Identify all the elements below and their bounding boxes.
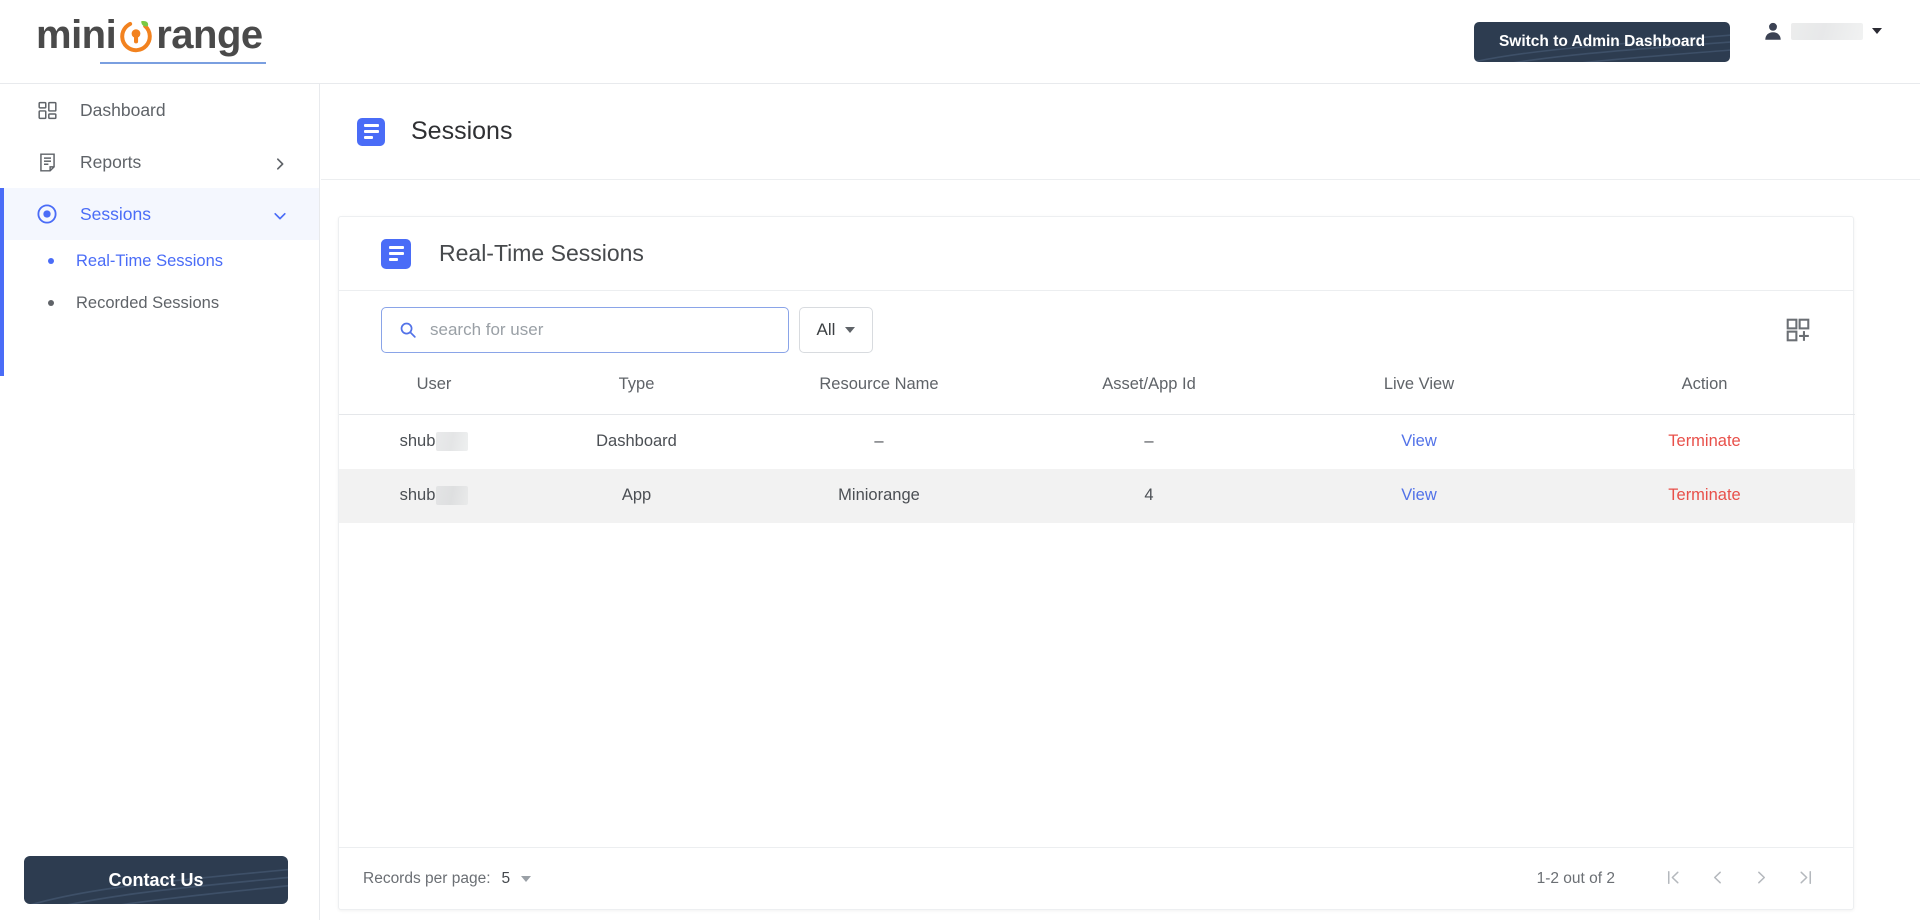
sidebar-item-recorded-sessions[interactable]: Recorded Sessions bbox=[0, 282, 319, 324]
real-time-sessions-card: Real-Time Sessions All bbox=[338, 216, 1855, 910]
filter-dropdown[interactable]: All bbox=[799, 307, 873, 353]
sidebar-item-dashboard-label: Dashboard bbox=[80, 99, 166, 120]
page-header: Sessions bbox=[321, 84, 1920, 180]
first-page-icon bbox=[1664, 868, 1683, 890]
table-row: shub App Miniorange 4 View Terminate bbox=[339, 468, 1855, 523]
bullet-icon bbox=[48, 300, 54, 306]
column-header-user: User bbox=[339, 369, 529, 415]
cell-asset-app-id: 4 bbox=[1144, 486, 1154, 504]
cell-asset-app-id: – bbox=[1144, 432, 1154, 451]
card-header: Real-Time Sessions bbox=[339, 217, 1853, 291]
next-page-button[interactable] bbox=[1739, 857, 1783, 901]
cell-user-text: shub bbox=[399, 432, 436, 451]
sidebar-item-reports[interactable]: Reports bbox=[0, 136, 319, 188]
chevron-down-icon bbox=[845, 327, 856, 333]
grid-add-icon[interactable] bbox=[1785, 317, 1811, 343]
cell-user-text: shub bbox=[399, 486, 436, 504]
column-header-asset-app-id: Asset/App Id bbox=[1014, 369, 1284, 415]
logo-text-range: range bbox=[156, 13, 263, 57]
column-header-resource-name: Resource Name bbox=[744, 369, 1014, 415]
search-icon bbox=[399, 321, 417, 339]
sidebar-item-recorded-sessions-label: Recorded Sessions bbox=[76, 293, 220, 312]
cell-resource-name: – bbox=[874, 432, 884, 451]
sidebar-item-real-time-sessions[interactable]: Real-Time Sessions bbox=[0, 240, 319, 282]
column-header-action: Action bbox=[1554, 369, 1855, 415]
sidebar-item-real-time-sessions-label: Real-Time Sessions bbox=[76, 251, 224, 270]
cell-type: App bbox=[621, 486, 652, 504]
session-target-icon bbox=[36, 203, 58, 225]
column-header-type: Type bbox=[529, 369, 744, 415]
orange-keyhole-icon bbox=[117, 16, 155, 54]
terminate-link[interactable]: Terminate bbox=[1668, 486, 1740, 504]
chevron-down-icon bbox=[273, 207, 287, 221]
chevron-down-icon bbox=[521, 875, 532, 882]
contact-us-label: Contact Us bbox=[108, 869, 204, 890]
logo-text-mini: mini bbox=[36, 13, 117, 57]
card-title: Real-Time Sessions bbox=[439, 240, 644, 266]
cell-action: Terminate bbox=[1554, 469, 1855, 523]
search-box[interactable] bbox=[381, 307, 789, 353]
terminate-link[interactable]: Terminate bbox=[1668, 432, 1740, 450]
previous-page-button[interactable] bbox=[1695, 857, 1739, 901]
previous-page-icon bbox=[1708, 868, 1727, 890]
sessions-table: User Type Resource Name Asset/App Id Liv… bbox=[339, 369, 1855, 523]
records-per-page-value: 5 bbox=[501, 869, 511, 887]
cell-user: shub bbox=[339, 469, 529, 523]
list-document-icon bbox=[381, 238, 411, 269]
table-header-row: User Type Resource Name Asset/App Id Liv… bbox=[339, 369, 1855, 415]
username-redacted bbox=[1791, 22, 1863, 40]
records-per-page-label: Records per page: bbox=[363, 869, 491, 887]
first-page-button[interactable] bbox=[1651, 857, 1695, 901]
sidebar-item-sessions-label: Sessions bbox=[80, 203, 152, 224]
user-value-wrap: shub bbox=[400, 486, 469, 505]
logo-underline bbox=[100, 62, 266, 64]
main-content: Sessions Real-Time Sessions search for u… bbox=[321, 84, 1920, 920]
miniorange-logo[interactable]: mini range bbox=[36, 14, 266, 64]
contact-us-button[interactable]: Contact Us bbox=[24, 856, 288, 904]
logo-wordmark: mini range bbox=[36, 14, 263, 56]
next-page-icon bbox=[1752, 868, 1771, 890]
cell-user: shub bbox=[339, 415, 529, 469]
pagination-controls: 1-2 out of 2 bbox=[1537, 857, 1827, 901]
user-value-wrap: shub bbox=[399, 432, 469, 452]
table-header: User Type Resource Name Asset/App Id Liv… bbox=[339, 369, 1855, 415]
dashboard-grid-icon bbox=[36, 99, 58, 121]
table-toolbar: All bbox=[339, 291, 1853, 369]
top-header-bar: mini range Switch to Admin Dashboard bbox=[0, 0, 1920, 84]
column-header-live-view: Live View bbox=[1284, 369, 1554, 415]
table-row: shub Dashboard – – View Terminate bbox=[339, 415, 1855, 469]
user-redaction-block bbox=[436, 432, 469, 452]
view-link[interactable]: View bbox=[1401, 432, 1436, 450]
last-page-button[interactable] bbox=[1783, 857, 1827, 901]
last-page-icon bbox=[1796, 868, 1815, 890]
cell-type: Dashboard bbox=[596, 432, 677, 451]
report-document-icon bbox=[36, 151, 58, 173]
sidebar-item-sessions[interactable]: Sessions bbox=[0, 188, 319, 240]
search-input[interactable] bbox=[430, 320, 788, 340]
switch-to-admin-dashboard-button[interactable]: Switch to Admin Dashboard bbox=[1474, 22, 1730, 62]
page-title: Sessions bbox=[411, 117, 513, 145]
pagination-range: 1-2 out of 2 bbox=[1536, 869, 1615, 887]
table-footer: Records per page: 5 1-2 out of 2 bbox=[339, 847, 1853, 909]
chevron-right-icon bbox=[273, 155, 287, 170]
sidebar-item-reports-label: Reports bbox=[80, 151, 142, 172]
chevron-down-icon bbox=[1872, 28, 1882, 34]
sidebar-nav: Dashboard Reports Sessions Real-Time Ses… bbox=[0, 84, 320, 920]
person-icon bbox=[1762, 20, 1784, 42]
app-root: mini range Switch to Admin Dashboard Das… bbox=[0, 0, 1920, 920]
cell-resource-name: Miniorange bbox=[838, 486, 920, 504]
user-account-menu[interactable] bbox=[1762, 20, 1882, 42]
records-per-page-control[interactable]: Records per page: 5 bbox=[363, 869, 532, 888]
cell-live-view: View bbox=[1284, 415, 1554, 469]
table-body: shub Dashboard – – View Terminate shub A… bbox=[339, 415, 1855, 523]
sidebar-item-dashboard[interactable]: Dashboard bbox=[0, 84, 319, 136]
view-link[interactable]: View bbox=[1401, 486, 1436, 504]
cell-live-view: View bbox=[1284, 469, 1554, 523]
filter-dropdown-value: All bbox=[816, 320, 836, 339]
cell-action: Terminate bbox=[1554, 415, 1855, 469]
switch-to-admin-dashboard-label: Switch to Admin Dashboard bbox=[1498, 33, 1706, 50]
list-document-icon bbox=[357, 117, 385, 146]
bullet-icon bbox=[48, 258, 54, 264]
user-redaction-block bbox=[436, 486, 469, 505]
